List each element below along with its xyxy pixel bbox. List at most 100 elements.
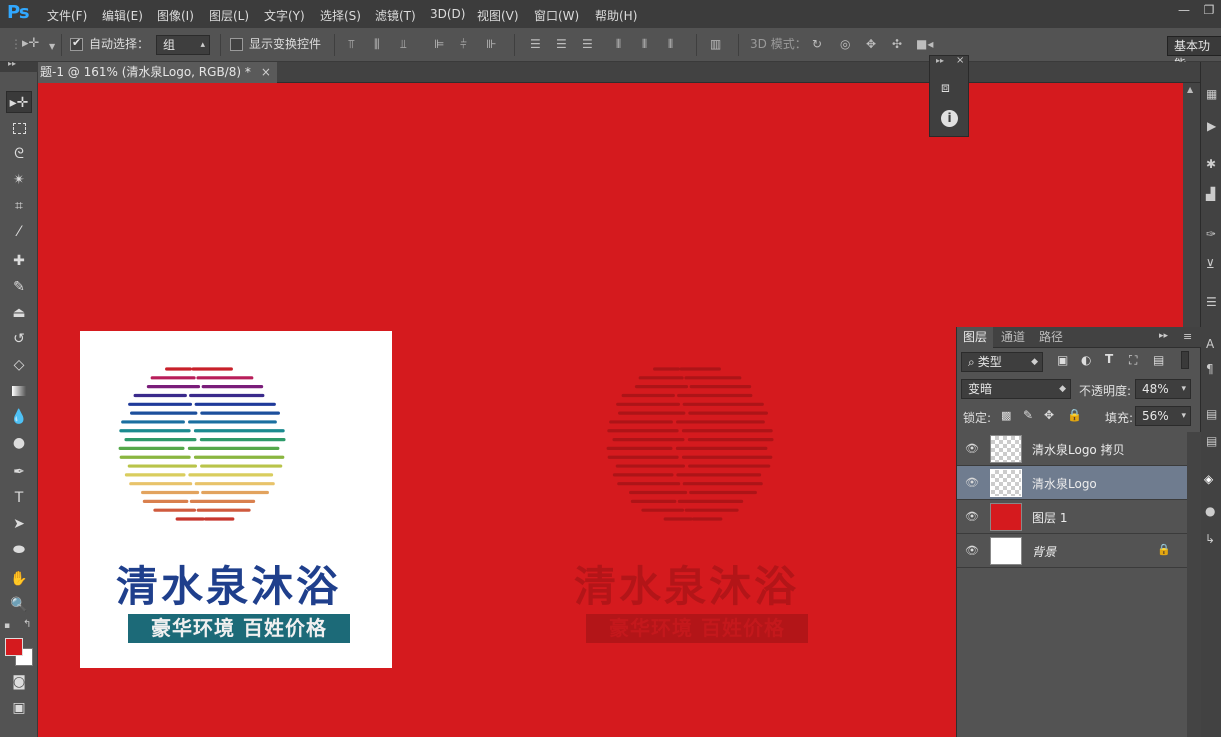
move-tool-icon[interactable]: ▸✛ xyxy=(6,91,32,113)
blur-tool-icon[interactable]: 💧 xyxy=(6,406,32,428)
menu-file[interactable]: 文件(F) xyxy=(47,7,87,24)
close-icon[interactable]: × xyxy=(261,65,271,79)
panel-menu-icon[interactable]: ≡ xyxy=(1183,330,1192,343)
shape-tool-icon[interactable]: ⬬ xyxy=(6,539,32,561)
brush-presets-icon[interactable]: ✱ xyxy=(1206,157,1216,171)
distribute-bottom-icon[interactable]: ☰ xyxy=(582,37,593,51)
filter-adjustment-icon[interactable]: ◐ xyxy=(1081,353,1091,367)
tools-panel-grip[interactable]: ▸▸ xyxy=(0,59,38,72)
history-icon[interactable]: ▦ xyxy=(1206,87,1217,101)
layers-panel-icon[interactable]: ◈ xyxy=(1204,472,1213,486)
close-icon[interactable]: × xyxy=(956,55,964,66)
filter-toggle[interactable] xyxy=(1181,351,1189,369)
channels-icon[interactable]: ● xyxy=(1205,504,1215,518)
distribute-top-icon[interactable]: ☰ xyxy=(530,37,541,51)
layers-scrollbar[interactable] xyxy=(1187,432,1201,737)
marquee-tool-icon[interactable] xyxy=(6,117,32,139)
healing-brush-tool-icon[interactable]: ✚ xyxy=(6,250,32,272)
3d-panel-icon[interactable]: ⧈ xyxy=(941,80,950,96)
panel-collapse-icon[interactable]: ▸▸ xyxy=(1159,331,1168,341)
distribute-vcenter-icon[interactable]: ☰ xyxy=(556,37,567,51)
align-right-icon[interactable]: ⊪ xyxy=(486,37,496,51)
fill-input[interactable]: 56% ▾ xyxy=(1135,406,1191,426)
menu-select[interactable]: 选择(S) xyxy=(320,7,361,24)
quick-mask-icon[interactable]: ◙ xyxy=(6,671,32,693)
swap-colors-icon[interactable]: ↰ xyxy=(23,619,31,630)
visibility-eye-icon[interactable]: 👁 xyxy=(965,442,979,455)
type-tool-icon[interactable]: T xyxy=(6,487,32,509)
lasso-tool-icon[interactable]: ᘓ xyxy=(6,143,32,165)
gradient-tool-icon[interactable] xyxy=(6,380,32,402)
tab-paths[interactable]: 路径 xyxy=(1033,327,1069,348)
workspace-dropdown[interactable]: 基本功能 xyxy=(1167,36,1221,71)
restore-button[interactable]: ❐ xyxy=(1200,3,1218,19)
brush-tool-icon[interactable]: ✎ xyxy=(6,276,32,298)
distribute-left-icon[interactable]: ⫴ xyxy=(616,37,621,51)
crop-tool-icon[interactable]: ⌗ xyxy=(6,195,32,217)
layer-row[interactable]: 👁 清水泉Logo 拷贝 xyxy=(957,432,1187,466)
paragraph-icon[interactable]: ¶ xyxy=(1206,362,1214,376)
lock-transparent-icon[interactable]: ▩ xyxy=(1001,409,1011,422)
move-tool-preset-icon[interactable]: ▸✛ xyxy=(22,37,39,51)
paragraph-styles-icon[interactable]: ☰ xyxy=(1206,295,1217,309)
filter-type-icon[interactable]: T xyxy=(1105,352,1113,366)
adjustments-icon[interactable]: ▟ xyxy=(1206,187,1215,201)
visibility-eye-icon[interactable]: 👁 xyxy=(965,510,979,523)
lock-position-icon[interactable]: ✥ xyxy=(1044,408,1054,422)
stamp-tool-icon[interactable]: ⏏ xyxy=(6,302,32,324)
align-bottom-icon[interactable]: ⫫ xyxy=(400,37,407,51)
auto-align-icon[interactable]: ▥ xyxy=(710,37,721,51)
chevron-down-icon[interactable]: ▼ xyxy=(49,40,55,54)
auto-select-dropdown[interactable]: 组 ▴ xyxy=(156,35,210,55)
distribute-hcenter-icon[interactable]: ⫴ xyxy=(642,37,647,51)
tab-layers[interactable]: 图层 xyxy=(957,327,994,348)
foreground-color-swatch[interactable] xyxy=(5,638,23,656)
info-list-icon[interactable]: ▤ xyxy=(1206,434,1217,448)
3d-scale-icon[interactable]: ■◂ xyxy=(916,37,933,51)
blend-mode-dropdown[interactable]: 变暗 ◆ xyxy=(961,379,1071,399)
info-icon[interactable]: i xyxy=(941,110,958,127)
panel-collapse-icon[interactable]: ▸▸ xyxy=(936,56,944,65)
menu-view[interactable]: 视图(V) xyxy=(477,7,519,24)
pen-tool-icon[interactable]: ✒ xyxy=(6,461,32,483)
lock-all-icon[interactable]: 🔒 xyxy=(1067,408,1082,422)
filter-smart-object-icon[interactable]: ▤ xyxy=(1153,353,1164,367)
brush-icon[interactable]: ✑ xyxy=(1206,227,1216,241)
3d-rotate-icon[interactable]: ↻ xyxy=(812,37,822,51)
hand-tool-icon[interactable]: ✋ xyxy=(6,568,32,590)
history-brush-tool-icon[interactable]: ↺ xyxy=(6,328,32,350)
menu-edit[interactable]: 编辑(E) xyxy=(102,7,143,24)
menu-3d[interactable]: 3D(D) xyxy=(430,7,465,21)
visibility-eye-icon[interactable]: 👁 xyxy=(965,544,979,557)
opacity-input[interactable]: 48% ▾ xyxy=(1135,379,1191,399)
magic-wand-tool-icon[interactable]: ✴ xyxy=(6,169,32,191)
menu-window[interactable]: 窗口(W) xyxy=(534,7,579,24)
character-icon[interactable]: A xyxy=(1206,337,1214,351)
dodge-tool-icon[interactable]: ● xyxy=(6,432,32,454)
align-hcenter-icon[interactable]: ⫩ xyxy=(460,37,467,51)
path-selection-tool-icon[interactable]: ➤ xyxy=(6,513,32,535)
align-left-icon[interactable]: ⊫ xyxy=(434,37,444,51)
layer-filter-dropdown[interactable]: ⌕ 类型 ◆ xyxy=(961,352,1043,372)
layer-row[interactable]: 👁 图层 1 xyxy=(957,500,1187,534)
show-transform-checkbox[interactable] xyxy=(230,38,243,51)
minimize-button[interactable]: — xyxy=(1175,3,1193,19)
menu-image[interactable]: 图像(I) xyxy=(157,7,194,24)
clone-source-icon[interactable]: ⊻ xyxy=(1206,257,1215,271)
distribute-right-icon[interactable]: ⫴ xyxy=(668,37,673,51)
zoom-tool-icon[interactable]: 🔍 xyxy=(6,594,32,616)
filter-pixel-icon[interactable]: ▣ xyxy=(1057,353,1068,367)
align-top-icon[interactable]: ⫪ xyxy=(348,37,355,51)
align-vcenter-icon[interactable]: ⫼ xyxy=(374,37,380,51)
document-tab[interactable]: 题-1 @ 161% (清水泉Logo, RGB/8) * × xyxy=(38,62,277,83)
lock-paint-icon[interactable]: ✎ xyxy=(1023,408,1033,422)
actions-play-icon[interactable]: ▶ xyxy=(1207,119,1216,133)
tab-channels[interactable]: 通道 xyxy=(995,327,1031,348)
visibility-eye-icon[interactable]: 👁 xyxy=(965,476,979,489)
menu-layer[interactable]: 图层(L) xyxy=(209,7,249,24)
3d-pan-icon[interactable]: ✥ xyxy=(866,37,876,51)
3d-slide-icon[interactable]: ✣ xyxy=(892,37,902,51)
layer-row-selected[interactable]: 👁 清水泉Logo xyxy=(957,466,1187,500)
screen-mode-icon[interactable]: ▣ xyxy=(6,697,32,719)
menu-type[interactable]: 文字(Y) xyxy=(264,7,305,24)
